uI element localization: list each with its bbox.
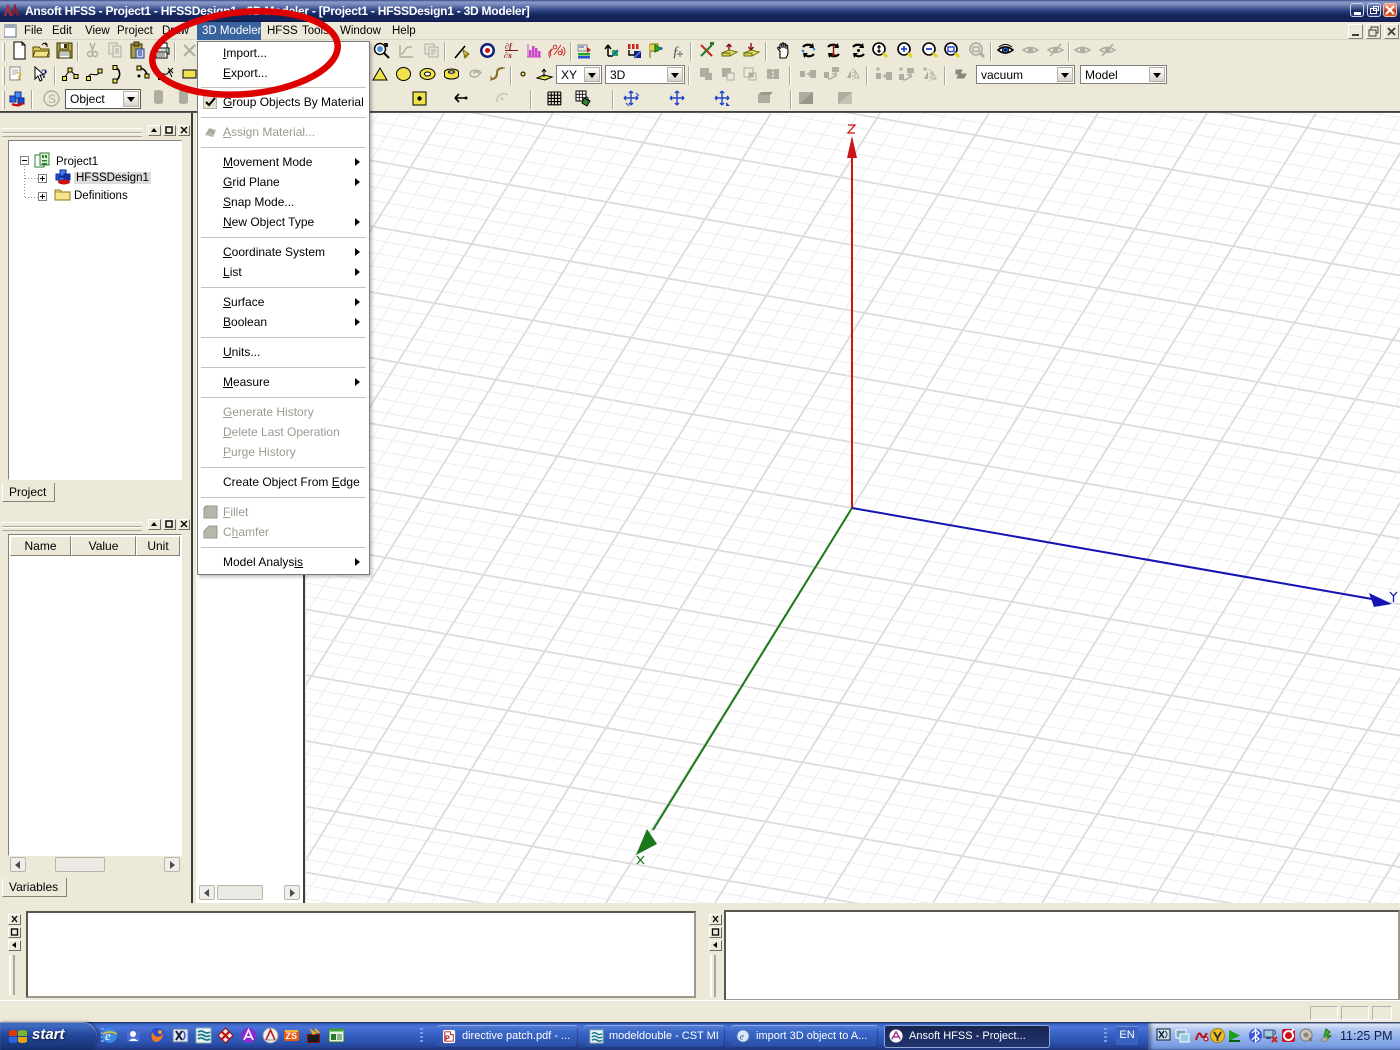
- svg-text:?: ?: [41, 66, 48, 81]
- svg-text:S: S: [48, 92, 56, 106]
- svg-text:ZS: ZS: [286, 1031, 298, 1041]
- svg-text:∂f: ∂f: [505, 42, 513, 51]
- svg-text:∂x: ∂x: [504, 51, 512, 60]
- svg-text:P: P: [445, 1033, 450, 1042]
- svg-text:?: ?: [16, 69, 22, 83]
- svg-text:ƒ: ƒ: [672, 44, 680, 60]
- svg-text:e: e: [740, 1032, 744, 1042]
- svg-text:e: e: [105, 1028, 111, 1043]
